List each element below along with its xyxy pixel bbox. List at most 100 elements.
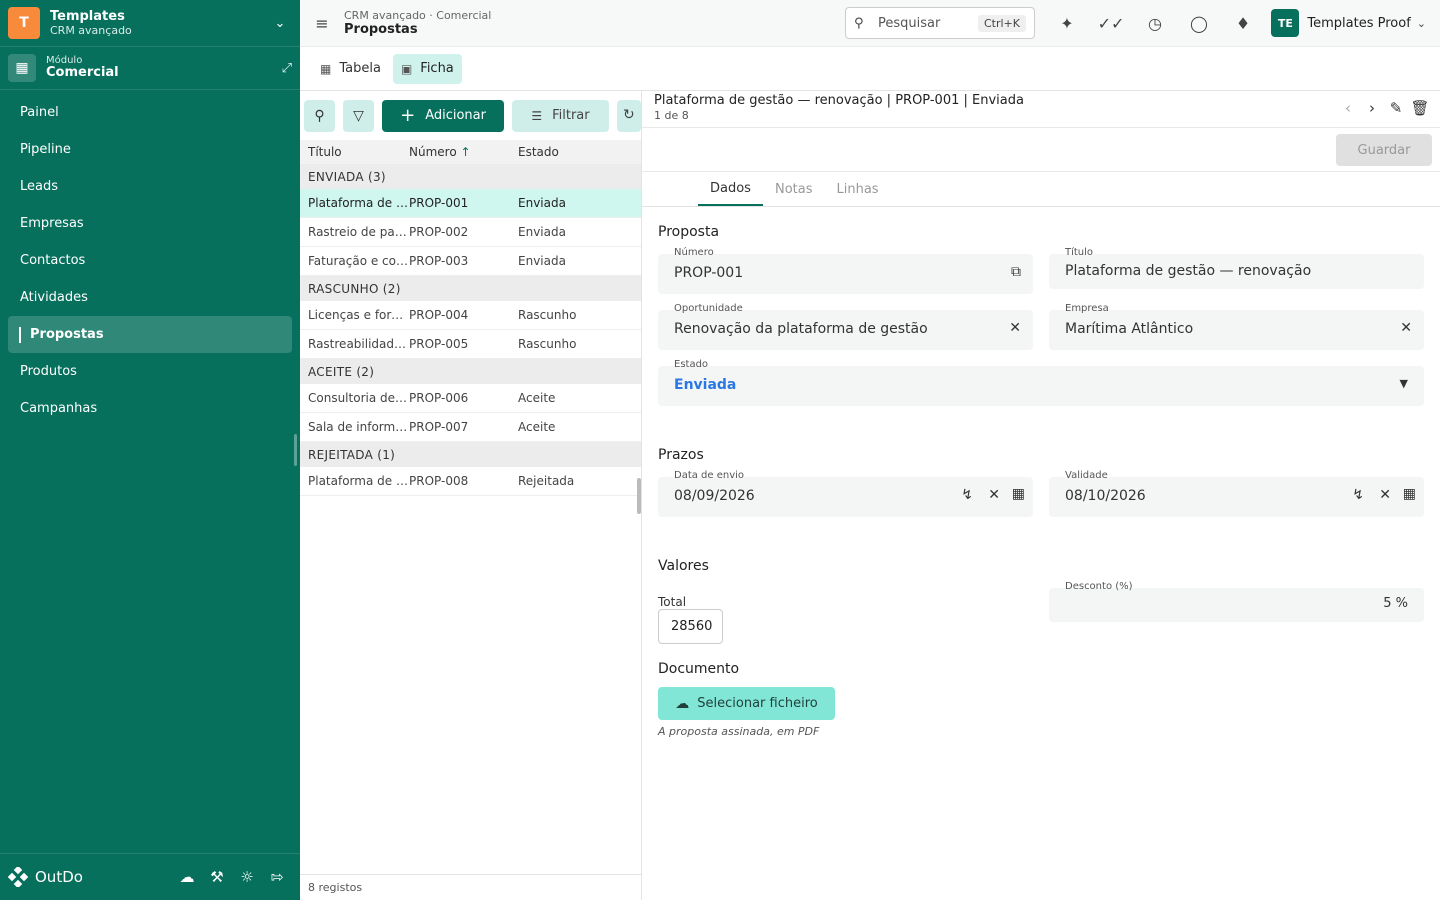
chevron-down-icon[interactable]: ⌄ bbox=[268, 16, 292, 31]
expand-icon[interactable]: ⤢ bbox=[282, 61, 292, 76]
add-label: Adicionar bbox=[425, 108, 486, 123]
total-input[interactable]: 28560 bbox=[658, 609, 723, 644]
funnel-button[interactable]: ▽ bbox=[343, 99, 375, 132]
breadcrumb: CRM avançado · Comercial Propostas bbox=[344, 9, 491, 38]
search-icon: ⚲ bbox=[314, 107, 325, 124]
sidebar-item-propostas[interactable]: Propostas bbox=[8, 316, 292, 353]
refresh-icon: ↻ bbox=[623, 106, 635, 123]
table-row[interactable]: Rastreabilidade de lotes PROP-005 Rascun… bbox=[300, 330, 641, 359]
clear-icon[interactable]: ✕ bbox=[1400, 320, 1412, 336]
sidebar-item-painel[interactable]: Painel bbox=[0, 94, 292, 131]
filter-button[interactable]: ☰ Filtrar bbox=[511, 99, 609, 132]
outdo-logo-icon bbox=[8, 867, 28, 887]
edit-pencil-icon[interactable]: ✎ bbox=[1384, 99, 1408, 117]
group-header[interactable]: RASCUNHO (2) bbox=[300, 276, 641, 301]
bell-icon[interactable]: ♦ bbox=[1221, 14, 1265, 33]
user-name: Templates Proof bbox=[1307, 15, 1411, 31]
dropdown-arrow-icon[interactable]: ▼ bbox=[1400, 377, 1408, 390]
group-header[interactable]: ACEITE (2) bbox=[300, 359, 641, 384]
field-label: Título bbox=[1065, 247, 1094, 258]
sidebar-item-pipeline[interactable]: Pipeline bbox=[0, 131, 292, 168]
group-header[interactable]: ENVIADA (3) bbox=[300, 164, 641, 189]
desconto-field[interactable]: Desconto (%) 5 % bbox=[1049, 581, 1424, 622]
topbar-actions: ✦ ✓✓ ◷ ◯ ♦ bbox=[1045, 0, 1265, 47]
section-documento: Documento bbox=[658, 661, 740, 677]
clear-icon[interactable]: ✕ bbox=[1009, 320, 1021, 336]
add-button[interactable]: + Adicionar bbox=[382, 99, 504, 132]
search-input[interactable]: Pesquisar bbox=[878, 16, 978, 31]
copy-icon[interactable]: ⧉ bbox=[1011, 264, 1021, 280]
sidebar-item-produtos[interactable]: Produtos bbox=[0, 353, 292, 390]
previous-record-icon[interactable]: ‹ bbox=[1336, 99, 1360, 117]
empresa-field[interactable]: Empresa Marítima Atlântico ✕ bbox=[1049, 303, 1424, 350]
cloud-upload-icon: ☁ bbox=[675, 695, 690, 712]
sidebar-resize-handle[interactable] bbox=[294, 434, 297, 466]
estado-select[interactable]: Estado Enviada ▼ bbox=[658, 359, 1424, 406]
calendar-icon[interactable]: ▦ bbox=[1403, 486, 1416, 502]
breadcrumb-path[interactable]: CRM avançado · Comercial bbox=[344, 9, 491, 22]
double-check-icon[interactable]: ✓✓ bbox=[1089, 14, 1133, 33]
table-row[interactable]: Consultoria de dados PROP-006 Aceite bbox=[300, 384, 641, 413]
sidebar-item-leads[interactable]: Leads bbox=[0, 168, 292, 205]
clear-icon[interactable]: ✕ bbox=[988, 487, 1000, 503]
cell-numero: PROP-008 bbox=[409, 474, 469, 488]
tab-dados[interactable]: Dados bbox=[698, 172, 763, 206]
cell-titulo: Sala de informática bbox=[308, 420, 409, 434]
column-header-estado[interactable]: Estado bbox=[518, 145, 628, 159]
tools-icon[interactable]: ⚒ bbox=[202, 868, 232, 886]
upload-file-button[interactable]: ☁ Selecionar ficheiro bbox=[658, 687, 835, 720]
delete-trash-icon[interactable]: 🗑 bbox=[1408, 99, 1432, 117]
data-envio-field[interactable]: Data de envio 08/09/2026 ↯ ✕ ▦ bbox=[658, 470, 1033, 517]
validade-field[interactable]: Validade 08/10/2026 ↯ ✕ ▦ bbox=[1049, 470, 1424, 517]
table-row[interactable]: Plataforma de cursos PROP-008 Rejeitada bbox=[300, 467, 641, 496]
column-header-numero[interactable]: Número ↑ bbox=[409, 145, 518, 159]
table-row[interactable]: Sala de informática PROP-007 Aceite bbox=[300, 413, 641, 442]
tab-ficha[interactable]: ▣ Ficha bbox=[392, 53, 462, 84]
sidebar: T Templates CRM avançado ⌄ ▦ Módulo Come… bbox=[0, 0, 300, 900]
save-button[interactable]: Guardar bbox=[1336, 134, 1432, 166]
search-button[interactable]: ⚲ bbox=[304, 99, 336, 132]
module-selector[interactable]: ▦ Módulo Comercial ⤢ bbox=[0, 47, 300, 90]
workspace-switcher[interactable]: T Templates CRM avançado ⌄ bbox=[0, 0, 300, 47]
sidebar-item-empresas[interactable]: Empresas bbox=[0, 205, 292, 242]
cell-titulo: Faturação e cobrança bbox=[308, 254, 409, 268]
numero-field[interactable]: Número PROP-001 ⧉ bbox=[658, 247, 1033, 294]
sidebar-item-atividades[interactable]: Atividades bbox=[0, 279, 292, 316]
field-label: Desconto (%) bbox=[1065, 581, 1133, 592]
table-row[interactable]: Plataforma de gestão — renovação PROP-00… bbox=[300, 189, 641, 218]
scrollbar[interactable] bbox=[637, 478, 641, 514]
sidebar-item-contactos[interactable]: Contactos bbox=[0, 242, 292, 279]
table-row[interactable]: Licenças e formação PROP-004 Rascunho bbox=[300, 301, 641, 330]
lightning-icon[interactable]: ↯ bbox=[961, 487, 973, 503]
table-row[interactable]: Rastreio de paletes PROP-002 Enviada bbox=[300, 218, 641, 247]
logout-icon[interactable]: ⇰ bbox=[262, 868, 292, 886]
theme-sun-icon[interactable]: ☼ bbox=[232, 868, 262, 886]
user-menu[interactable]: TE Templates Proof ⌄ bbox=[1271, 9, 1426, 37]
clear-icon[interactable]: ✕ bbox=[1379, 487, 1391, 503]
tab-linhas[interactable]: Linhas bbox=[824, 172, 890, 206]
search-box[interactable]: ⚲ Pesquisar Ctrl+K bbox=[845, 7, 1035, 39]
menu-collapse-icon[interactable]: ≡ bbox=[300, 14, 344, 33]
table-row[interactable]: Faturação e cobrança PROP-003 Enviada bbox=[300, 247, 641, 276]
cloud-sync-icon[interactable]: ☁ bbox=[172, 868, 202, 886]
refresh-button[interactable]: ↻ bbox=[617, 99, 641, 132]
table-header: Título Número ↑ Estado bbox=[300, 140, 641, 164]
field-value: Renovação da plataforma de gestão bbox=[674, 321, 928, 337]
titulo-field[interactable]: Título Plataforma de gestão — renovação bbox=[1049, 247, 1424, 289]
history-clock-icon[interactable]: ◷ bbox=[1133, 14, 1177, 33]
field-label: Data de envio bbox=[674, 470, 745, 481]
next-record-icon[interactable]: › bbox=[1360, 99, 1384, 117]
tab-notas[interactable]: Notas bbox=[763, 172, 825, 206]
calendar-icon[interactable]: ▦ bbox=[1012, 486, 1025, 502]
sidebar-item-campanhas[interactable]: Campanhas bbox=[0, 390, 292, 427]
oportunidade-field[interactable]: Oportunidade Renovação da plataforma de … bbox=[658, 303, 1033, 350]
module-name: Comercial bbox=[46, 65, 119, 81]
avatar: TE bbox=[1271, 9, 1300, 37]
sparkles-icon[interactable]: ✦ bbox=[1045, 14, 1089, 33]
chat-icon[interactable]: ◯ bbox=[1177, 14, 1221, 33]
column-header-titulo[interactable]: Título bbox=[300, 145, 409, 159]
plus-icon: + bbox=[400, 105, 416, 126]
lightning-icon[interactable]: ↯ bbox=[1352, 487, 1364, 503]
tab-tabela[interactable]: ▦ Tabela bbox=[312, 54, 389, 84]
group-header[interactable]: REJEITADA (1) bbox=[300, 442, 641, 467]
